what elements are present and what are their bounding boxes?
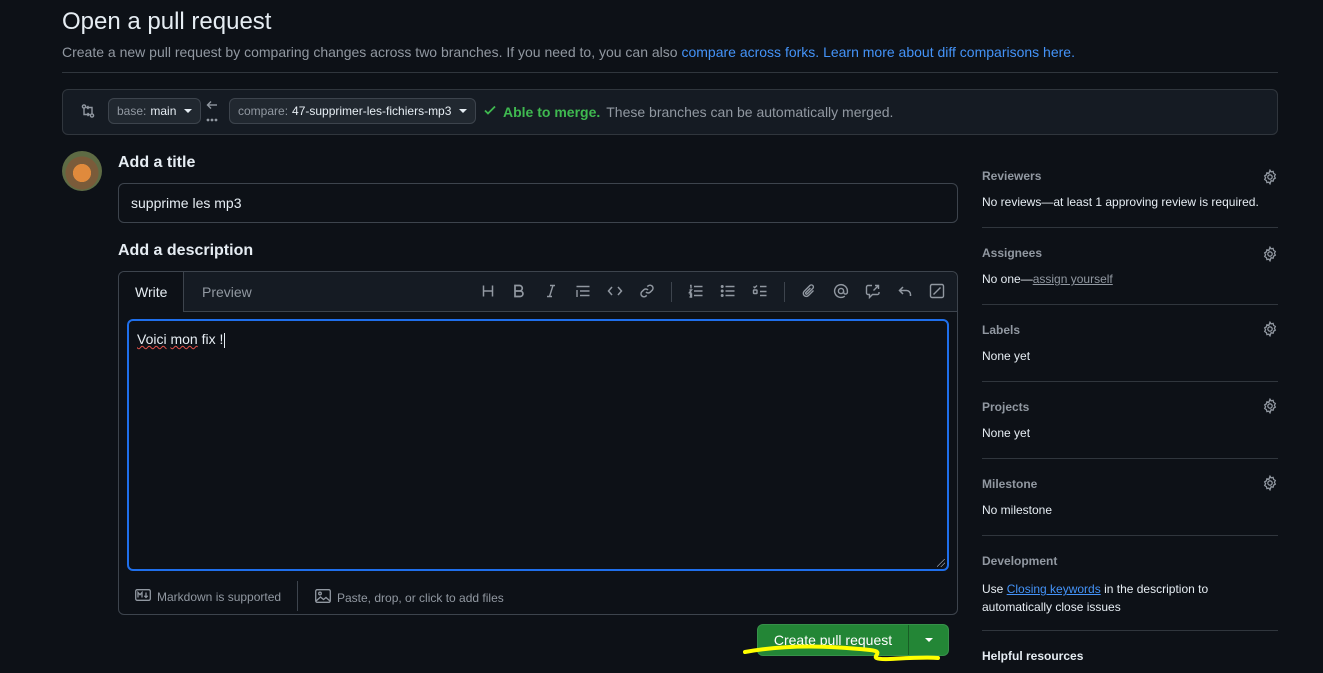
markdown-note-text: Markdown is supported xyxy=(157,589,282,604)
markdown-icon xyxy=(135,589,151,604)
paperclip-icon[interactable] xyxy=(800,282,818,300)
title-input-value: supprime les mp3 xyxy=(131,195,242,211)
gear-icon[interactable] xyxy=(1262,245,1278,263)
arrow-left-icon xyxy=(205,99,219,126)
description-editor: Write Preview Voici mon fix ! Markdown i… xyxy=(118,271,958,615)
ordered-list-icon[interactable] xyxy=(687,282,705,300)
description-textarea[interactable]: Voici mon fix ! xyxy=(127,319,949,571)
bold-icon[interactable] xyxy=(510,282,528,300)
development-value: Use Closing keywords in the description … xyxy=(982,580,1242,616)
footer-divider xyxy=(297,581,298,611)
merge-ok-text: Able to merge. xyxy=(503,103,601,120)
gear-icon[interactable] xyxy=(1262,168,1278,186)
assignees-title[interactable]: Assignees xyxy=(982,246,1042,260)
labels-title[interactable]: Labels xyxy=(982,323,1020,337)
sidebar: Reviewers No reviews—at least 1 approvin… xyxy=(982,150,1278,673)
fullscreen-icon[interactable] xyxy=(928,282,946,300)
merge-detail-text: These branches can be automatically merg… xyxy=(606,103,894,120)
quote-icon[interactable] xyxy=(574,282,592,300)
sidebar-divider xyxy=(982,535,1278,536)
development-title: Development xyxy=(982,554,1058,568)
projects-value: None yet xyxy=(982,426,1031,440)
italic-icon[interactable] xyxy=(542,282,560,300)
code-icon[interactable] xyxy=(606,282,624,300)
gear-icon[interactable] xyxy=(1262,320,1278,338)
gear-icon[interactable] xyxy=(1262,474,1278,492)
editor-footer: Markdown is supported Paste, drop, or cl… xyxy=(119,577,957,615)
resize-handle[interactable] xyxy=(937,559,945,567)
base-prefix: base: xyxy=(117,104,147,118)
title-input[interactable]: supprime les mp3 xyxy=(118,183,958,223)
milestone-value: No milestone xyxy=(982,503,1053,517)
chevron-down-icon xyxy=(459,109,468,113)
cross-reference-icon[interactable] xyxy=(864,282,882,300)
image-icon xyxy=(315,589,331,606)
assignees-none: No one— xyxy=(982,272,1033,286)
closing-keywords-link[interactable]: Closing keywords xyxy=(1007,582,1101,596)
page-title: Open a pull request xyxy=(62,8,272,35)
git-compare-icon xyxy=(80,103,96,122)
attach-files-text: Paste, drop, or click to add files xyxy=(337,590,504,605)
labels-value: None yet xyxy=(982,349,1031,363)
body-word-2: mon xyxy=(170,331,198,347)
learn-more-link[interactable]: Learn more about diff comparisons here. xyxy=(823,44,1075,60)
base-branch-name: main xyxy=(150,104,177,118)
text-cursor xyxy=(224,332,226,348)
compare-forks-link[interactable]: compare across forks. xyxy=(681,44,819,60)
merge-status: Able to merge. These branches can be aut… xyxy=(483,103,893,120)
gear-icon[interactable] xyxy=(1262,397,1278,415)
assign-yourself-link[interactable]: assign yourself xyxy=(1033,272,1113,286)
check-icon xyxy=(483,103,497,120)
markdown-note[interactable]: Markdown is supported xyxy=(135,589,281,604)
development-pre: Use xyxy=(982,582,1007,596)
tab-preview[interactable]: Preview xyxy=(186,272,268,312)
attach-files[interactable]: Paste, drop, or click to add files xyxy=(315,589,504,606)
title-label: Add a title xyxy=(118,154,196,171)
reply-icon[interactable] xyxy=(896,282,914,300)
avatar[interactable] xyxy=(62,151,102,191)
sidebar-divider xyxy=(982,458,1278,459)
helpful-resources-title: Helpful resources xyxy=(982,649,1084,663)
divider xyxy=(62,72,1278,73)
projects-title[interactable]: Projects xyxy=(982,400,1029,414)
compare-branch-name: 47-supprimer-les-fichiers-mp3 xyxy=(292,104,452,118)
chevron-down-icon xyxy=(184,109,193,113)
body-rest: fix ! xyxy=(197,331,224,347)
assignees-value: No one—assign yourself xyxy=(982,272,1113,286)
mention-icon[interactable] xyxy=(832,282,850,300)
task-list-icon[interactable] xyxy=(751,282,769,300)
yellow-highlight-mark xyxy=(743,644,940,662)
branch-range-box: base: main compare: 47-supprimer-les-fic… xyxy=(62,89,1278,135)
unordered-list-icon[interactable] xyxy=(719,282,737,300)
reviewers-value: No reviews—at least 1 approving review i… xyxy=(982,195,1259,209)
subtitle-text: Create a new pull request by comparing c… xyxy=(62,44,682,60)
link-icon[interactable] xyxy=(638,282,656,300)
toolbar-divider xyxy=(784,282,785,302)
development-line2: automatically close issues xyxy=(982,600,1121,614)
compare-branch-select[interactable]: compare: 47-supprimer-les-fichiers-mp3 xyxy=(229,98,477,124)
heading-icon[interactable] xyxy=(479,282,497,300)
reviewers-title[interactable]: Reviewers xyxy=(982,169,1041,183)
body-word-1: Voici xyxy=(137,331,167,347)
toolbar-divider xyxy=(671,282,672,302)
milestone-title[interactable]: Milestone xyxy=(982,477,1037,491)
page-subtitle: Create a new pull request by comparing c… xyxy=(62,44,1075,60)
sidebar-divider xyxy=(982,227,1278,228)
base-branch-select[interactable]: base: main xyxy=(108,98,202,124)
development-post: in the description to xyxy=(1100,582,1209,596)
sidebar-divider xyxy=(982,630,1278,631)
sidebar-divider xyxy=(982,381,1278,382)
tab-write[interactable]: Write xyxy=(119,272,185,312)
compare-prefix: compare: xyxy=(238,104,289,118)
description-label: Add a description xyxy=(118,242,254,259)
editor-toolbar: Write Preview xyxy=(119,272,957,312)
sidebar-divider xyxy=(982,304,1278,305)
